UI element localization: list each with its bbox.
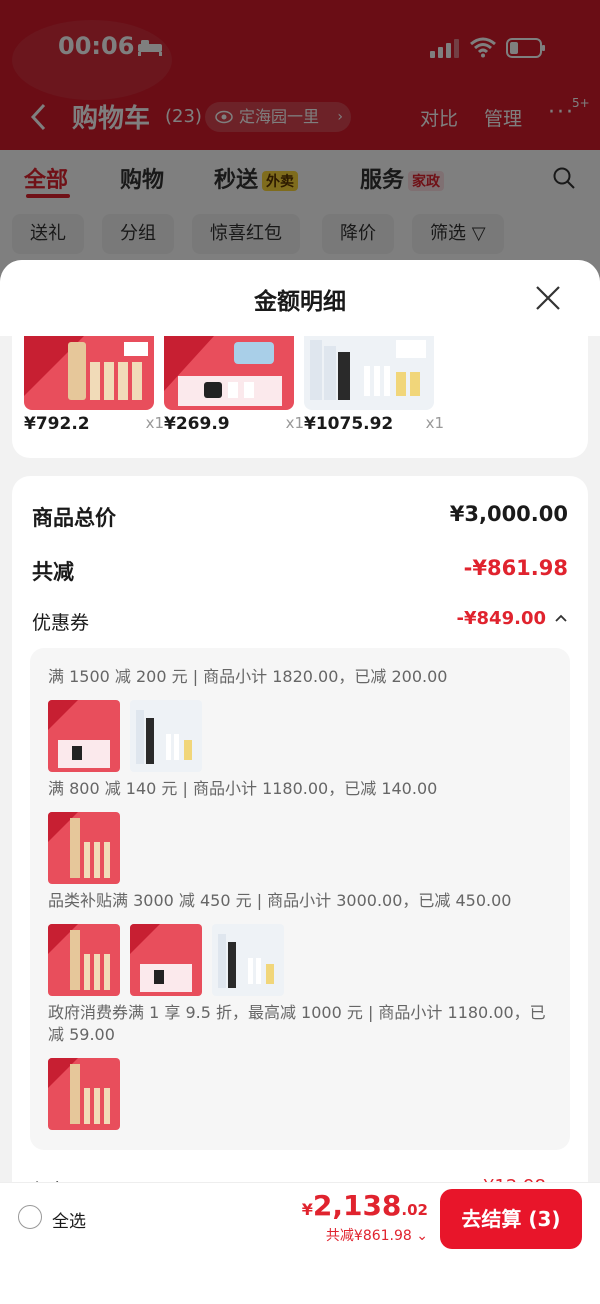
chevron-down-icon: ⌄ — [416, 1228, 428, 1244]
total-payable: ¥2,138.02 — [302, 1189, 428, 1222]
coupon-label: 优惠券 — [32, 612, 90, 634]
product-price: ¥269.9 — [164, 414, 230, 434]
product-thumbnail — [48, 924, 120, 996]
reduction-label: 共减 — [32, 560, 74, 584]
product-price: ¥1075.92 — [304, 414, 394, 434]
price-detail-sheet: 金额明细 ¥792.2 x1 ¥269.9 x1 ¥1075.92 x1 商品总… — [0, 260, 600, 1304]
coupon-value: -¥849.00 — [456, 608, 546, 629]
sheet-header: 金额明细 — [0, 260, 600, 336]
product-quantity: x1 — [145, 414, 164, 432]
product-item[interactable]: ¥269.9 x1 — [164, 336, 304, 446]
product-thumbnail — [212, 924, 284, 996]
sheet-title: 金额明细 — [254, 289, 346, 315]
product-thumbnail — [48, 1058, 120, 1130]
product-image — [24, 336, 154, 410]
product-thumbnail — [130, 924, 202, 996]
price-integer: 2,138 — [312, 1189, 402, 1222]
reduction-value: -¥861.98 — [463, 556, 568, 580]
product-thumbnail — [48, 700, 120, 772]
checkout-bar: 全选 ¥2,138.02 共减¥861.98 ⌄ 去结算 (3) — [0, 1182, 600, 1304]
chevron-up-icon[interactable] — [554, 612, 568, 626]
product-item[interactable]: ¥1075.92 x1 — [304, 336, 444, 446]
coupon-rule: 品类补贴满 3000 减 450 元 | 商品小计 3000.00，已减 450… — [48, 891, 512, 910]
product-quantity: x1 — [285, 414, 304, 432]
price-decimal: .02 — [401, 1201, 428, 1219]
product-image — [164, 336, 294, 410]
product-thumbnail — [48, 812, 120, 884]
product-image — [304, 336, 434, 410]
product-quantity: x1 — [425, 414, 444, 432]
selected-products: ¥792.2 x1 ¥269.9 x1 ¥1075.92 x1 — [12, 336, 588, 458]
close-icon[interactable] — [534, 284, 562, 312]
coupon-rule: 政府消费券满 1 享 9.5 折，最高减 1000 元 | 商品小计 1180.… — [48, 1003, 546, 1044]
select-all-checkbox[interactable] — [18, 1205, 42, 1229]
coupon-breakdown: 满 1500 减 200 元 | 商品小计 1820.00，已减 200.00 … — [30, 648, 570, 1150]
total-label: 商品总价 — [32, 506, 116, 530]
total-saving-label: 共减¥861.98 — [325, 1228, 412, 1244]
coupon-rule: 满 800 减 140 元 | 商品小计 1180.00，已减 140.00 — [48, 779, 438, 798]
select-all-label[interactable]: 全选 — [52, 1207, 86, 1232]
product-item[interactable]: ¥792.2 x1 — [24, 336, 164, 446]
product-thumbnail — [130, 700, 202, 772]
checkout-button[interactable]: 去结算 (3) — [440, 1189, 582, 1249]
total-saving[interactable]: 共减¥861.98 ⌄ — [326, 1225, 428, 1245]
product-price: ¥792.2 — [24, 414, 90, 434]
total-value: ¥3,000.00 — [449, 502, 568, 526]
amount-detail-card: 商品总价 ¥3,000.00 共减 -¥861.98 优惠券 -¥849.00 … — [12, 476, 588, 1236]
coupon-rule: 满 1500 减 200 元 | 商品小计 1820.00，已减 200.00 — [48, 667, 448, 686]
currency-symbol: ¥ — [301, 1200, 313, 1219]
